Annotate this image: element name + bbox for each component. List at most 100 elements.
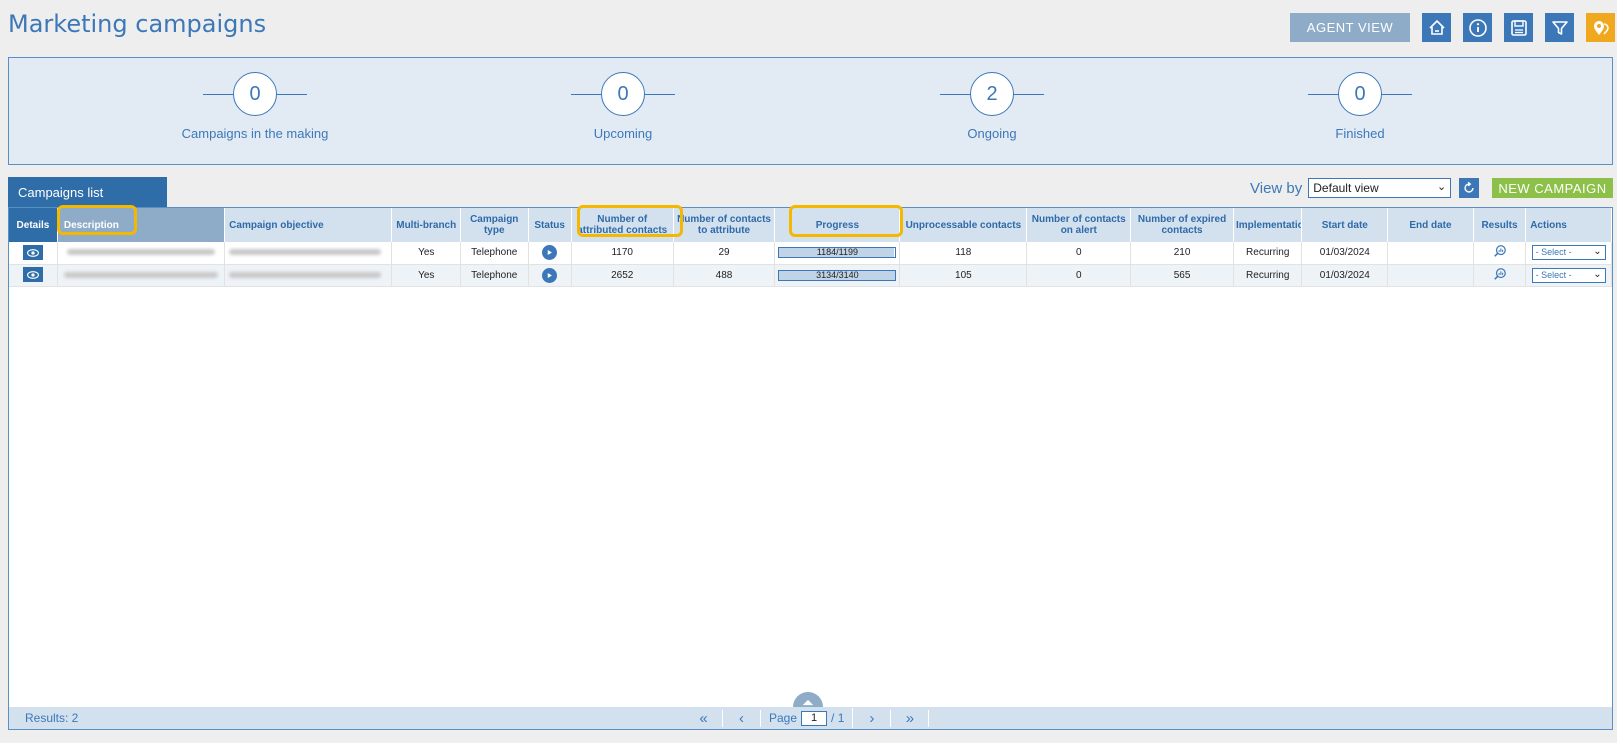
view-by-selected: Default view [1313, 181, 1379, 195]
chevron-down-icon: ⌄ [1593, 268, 1602, 280]
kpi-ongoing[interactable]: 2 Ongoing [892, 72, 1092, 141]
description-cell [57, 242, 226, 265]
highlight-attributed [577, 205, 683, 237]
col-status[interactable]: Status [528, 208, 572, 242]
play-icon[interactable] [542, 245, 558, 261]
prev-page-icon[interactable]: ‹ [723, 709, 761, 727]
objective-cell [224, 242, 393, 265]
end-date-cell [1387, 264, 1474, 287]
chevron-down-icon: ⌄ [1593, 246, 1602, 258]
last-page-icon[interactable]: » [891, 709, 930, 727]
results-count: Results: 2 [25, 711, 79, 725]
col-results[interactable]: Results [1473, 208, 1527, 242]
kpi-value: 0 [233, 72, 277, 116]
kpi-label: Upcoming [593, 126, 653, 141]
actions-selected: - Select - [1535, 247, 1572, 258]
description-cell [57, 264, 226, 287]
multibranch-cell: Yes [391, 242, 461, 265]
col-unprocessable[interactable]: Unprocessable contacts [899, 208, 1028, 242]
col-objective[interactable]: Campaign objective [224, 208, 393, 242]
on-alert-cell: 0 [1026, 264, 1132, 287]
results-chart-icon[interactable] [1493, 245, 1507, 261]
map-pin-icon[interactable] [1586, 13, 1615, 42]
col-details[interactable]: Details [9, 208, 58, 242]
col-multibranch[interactable]: Multi-branch [391, 208, 461, 242]
view-by-label: View by [1250, 179, 1303, 197]
redacted-text [229, 271, 382, 278]
table-row: Yes Telephone 2652 488 3134/3140 105 0 5… [9, 264, 1612, 287]
kpi-label: Campaigns in the making [181, 126, 329, 141]
toolbar: AGENT VIEW [1290, 13, 1615, 42]
actions-selected: - Select - [1535, 269, 1572, 280]
eye-icon[interactable] [22, 245, 43, 260]
kpi-label: Finished [1335, 126, 1385, 141]
pagination: « ‹ Page 1 / 1 › » [685, 708, 930, 728]
col-implementation[interactable]: Implementation type [1233, 208, 1303, 242]
actions-select[interactable]: - Select - ⌄ [1531, 267, 1606, 283]
col-campaign-type[interactable]: Campaign type [460, 208, 529, 242]
progress-bar: 1184/1199 [778, 247, 897, 259]
unprocessable-cell: 105 [899, 264, 1028, 287]
to-attribute-cell: 488 [673, 264, 776, 287]
new-campaign-button[interactable]: NEW CAMPAIGN [1492, 178, 1613, 198]
implementation-cell: Recurring [1233, 242, 1303, 265]
campaigns-table: Details Description Campaign objective M… [8, 205, 1613, 730]
first-page-icon[interactable]: « [685, 709, 723, 727]
collapse-handle[interactable] [793, 692, 823, 707]
tab-campaigns-list[interactable]: Campaigns list [8, 177, 167, 207]
col-start-date[interactable]: Start date [1301, 208, 1389, 242]
progress-text: 1184/1199 [816, 247, 858, 258]
page-indicator: Page 1 / 1 [761, 708, 854, 728]
filter-icon[interactable] [1545, 13, 1574, 42]
attributed-cell: 2652 [571, 264, 674, 287]
kpi-value: 0 [1338, 72, 1382, 116]
play-icon[interactable] [542, 267, 558, 283]
campaign-type-cell: Telephone [460, 264, 529, 287]
page-title: Marketing campaigns [8, 10, 267, 38]
agent-view-button[interactable]: AGENT VIEW [1290, 13, 1410, 42]
save-icon[interactable] [1504, 13, 1533, 42]
to-attribute-cell: 29 [673, 242, 776, 265]
view-by-select[interactable]: Default view ⌄ [1308, 178, 1452, 198]
col-expired[interactable]: Number of expired contacts [1130, 208, 1234, 242]
kpi-label: Ongoing [967, 126, 1017, 141]
start-date-cell: 01/03/2024 [1301, 264, 1389, 287]
objective-cell [224, 264, 393, 287]
next-page-icon[interactable]: › [853, 709, 892, 727]
view-by-control: View by Default view ⌄ [1250, 178, 1480, 198]
info-icon[interactable] [1463, 13, 1492, 42]
chevron-down-icon: ⌄ [1437, 181, 1447, 193]
progress-text: 3134/3140 [816, 269, 859, 280]
kpi-upcoming[interactable]: 0 Upcoming [523, 72, 723, 141]
start-date-cell: 01/03/2024 [1301, 242, 1389, 265]
table-row: Yes Telephone 1170 29 1184/1199 118 0 21… [9, 242, 1612, 265]
home-icon[interactable] [1422, 13, 1451, 42]
end-date-cell [1387, 242, 1474, 265]
refresh-icon[interactable] [1459, 178, 1480, 198]
eye-icon[interactable] [22, 267, 43, 283]
results-chart-icon[interactable] [1493, 267, 1507, 284]
kpi-finished[interactable]: 0 Finished [1260, 72, 1460, 141]
redacted-text [64, 271, 219, 278]
col-to-attribute[interactable]: Number of contacts to attribute [673, 208, 776, 242]
highlight-progress [789, 205, 903, 237]
page-input[interactable]: 1 [801, 710, 828, 726]
progress-bar: 3134/3140 [778, 269, 897, 281]
redacted-text [229, 249, 382, 256]
col-end-date[interactable]: End date [1387, 208, 1474, 242]
multibranch-cell: Yes [391, 264, 461, 287]
unprocessable-cell: 118 [899, 242, 1028, 265]
table-footer: Results: 2 « ‹ Page 1 / 1 › » [9, 692, 1612, 729]
col-actions[interactable]: Actions [1525, 208, 1612, 242]
kpi-value: 0 [601, 72, 645, 116]
implementation-cell: Recurring [1233, 264, 1303, 287]
expired-cell: 565 [1130, 264, 1234, 287]
expired-cell: 210 [1130, 242, 1234, 265]
campaign-type-cell: Telephone [460, 242, 529, 265]
actions-select[interactable]: - Select - ⌄ [1531, 245, 1606, 261]
kpi-value: 2 [970, 72, 1014, 116]
campaign-status-summary: 0 Campaigns in the making 0 Upcoming 2 O… [8, 57, 1613, 165]
attributed-cell: 1170 [571, 242, 674, 265]
col-on-alert[interactable]: Number of contacts on alert [1026, 208, 1132, 242]
kpi-in-the-making[interactable]: 0 Campaigns in the making [155, 72, 355, 141]
